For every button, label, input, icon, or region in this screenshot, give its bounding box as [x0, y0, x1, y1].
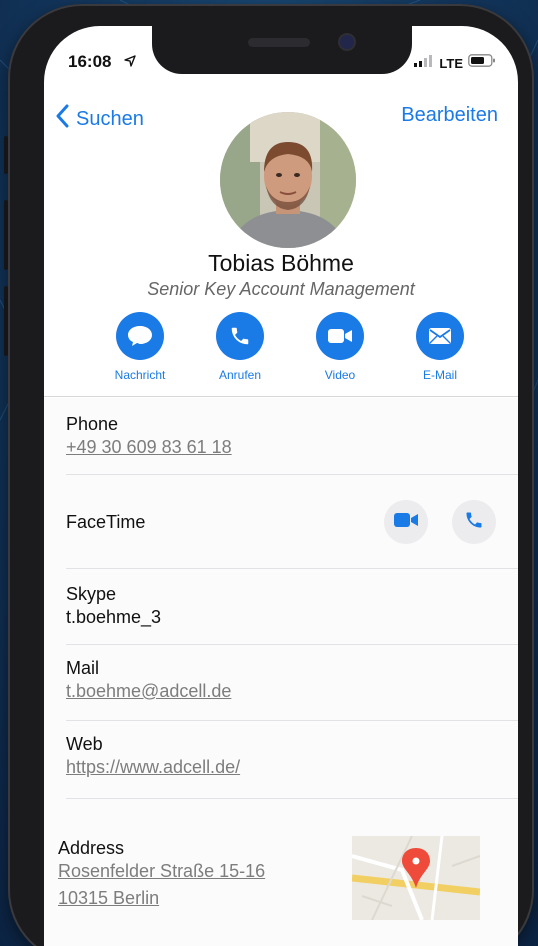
mail-link[interactable]: t.boehme@adcell.de — [66, 681, 498, 702]
skype-row: Skype t.boehme_3 — [66, 584, 498, 628]
status-time: 16:08 — [68, 52, 112, 71]
email-action-label: E-Mail — [422, 368, 457, 382]
avatar — [220, 112, 356, 248]
back-button[interactable]: Suchen — [56, 104, 144, 134]
network-type: LTE — [439, 55, 463, 71]
web-row: Web https://www.adcell.de/ — [66, 734, 498, 778]
message-icon — [116, 312, 164, 360]
video-icon — [393, 511, 419, 534]
signal-icon — [414, 54, 434, 72]
facetime-audio-button[interactable] — [452, 500, 496, 544]
phone-number-link[interactable]: +49 30 609 83 61 18 — [66, 437, 498, 458]
row-separator — [66, 474, 518, 475]
notch — [152, 26, 412, 74]
location-icon — [124, 54, 136, 72]
back-label: Suchen — [76, 107, 144, 130]
contact-title: Senior Key Account Management — [147, 279, 415, 299]
call-action-label: Anrufen — [218, 368, 262, 382]
row-separator — [66, 720, 518, 721]
mail-icon — [416, 312, 464, 360]
row-separator — [66, 644, 518, 645]
contact-name: Tobias Böhme — [208, 250, 354, 276]
chevron-left-icon — [56, 104, 70, 134]
screen: 16:08 LTE Suchen Bearbeiten Tobias Böhme… — [44, 26, 518, 946]
quick-actions: Nachricht Anrufen Video E-Mail — [100, 312, 480, 382]
address-map-thumbnail[interactable] — [352, 836, 480, 920]
video-action-label: Video — [324, 368, 356, 382]
skype-value: t.boehme_3 — [66, 607, 162, 627]
facetime-label: FaceTime — [66, 512, 146, 532]
phone-row: Phone +49 30 609 83 61 18 — [66, 414, 498, 458]
edit-button[interactable]: Bearbeiten — [401, 104, 498, 127]
mail-row: Mail t.boehme@adcell.de — [66, 658, 498, 702]
web-label: Web — [66, 734, 103, 754]
email-action-button[interactable]: E-Mail — [400, 312, 480, 382]
video-action-button[interactable]: Video — [300, 312, 380, 382]
web-link[interactable]: https://www.adcell.de/ — [66, 757, 498, 778]
phone-frame: 16:08 LTE Suchen Bearbeiten Tobias Böhme… — [4, 4, 534, 946]
row-separator — [66, 798, 518, 799]
message-action-label: Nachricht — [114, 368, 166, 382]
volume-up-button — [4, 200, 8, 270]
header-divider — [44, 396, 518, 397]
phone-icon — [464, 510, 484, 535]
mail-label: Mail — [66, 658, 100, 678]
volume-down-button — [4, 286, 8, 356]
battery-icon — [468, 54, 496, 72]
call-action-button[interactable]: Anrufen — [200, 312, 280, 382]
message-action-button[interactable]: Nachricht — [100, 312, 180, 382]
phone-icon — [216, 312, 264, 360]
status-indicators: LTE — [414, 54, 496, 72]
facetime-video-button[interactable] — [384, 500, 428, 544]
skype-label: Skype — [66, 584, 117, 604]
mute-switch — [4, 136, 8, 174]
front-camera — [340, 35, 354, 49]
facetime-row: FaceTime — [66, 512, 498, 533]
phone-label: Phone — [66, 414, 119, 434]
speaker — [248, 38, 310, 47]
video-icon — [316, 312, 364, 360]
row-separator — [66, 568, 518, 569]
